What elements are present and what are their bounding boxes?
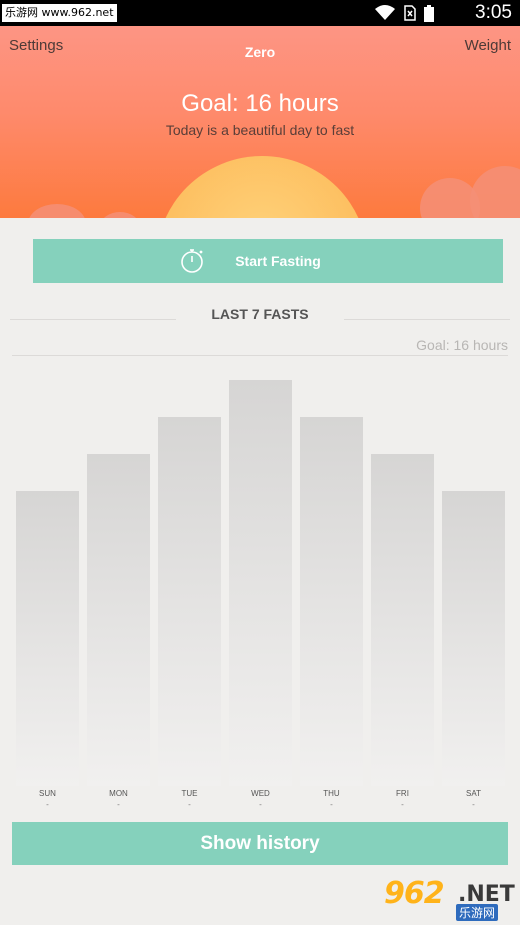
bar-fri[interactable]: [371, 453, 434, 786]
watermark-text: 乐游网 www.962.net: [2, 4, 117, 22]
watermark-logo: 962 .NET 乐游网: [384, 876, 515, 921]
subtitle: Today is a beautiful day to fast: [165, 122, 355, 138]
day-value-sat: -: [472, 800, 475, 809]
goal-line: [12, 355, 508, 356]
cloud-decoration: [470, 166, 520, 218]
bar-wed[interactable]: [229, 380, 292, 786]
wifi-icon: [375, 5, 395, 20]
day-label-wed: WED: [251, 789, 270, 798]
weight-button[interactable]: Weight: [465, 37, 511, 54]
day-value-thu: -: [330, 800, 333, 809]
day-value-tue: -: [188, 800, 191, 809]
bar-tue[interactable]: [158, 416, 221, 786]
app-title: Zero: [244, 44, 276, 60]
bar-thu[interactable]: [300, 416, 363, 786]
day-value-sun: -: [46, 800, 49, 809]
day-label-thu: THU: [323, 789, 340, 798]
day-value-mon: -: [117, 800, 120, 809]
day-label-sun: SUN: [39, 789, 56, 798]
day-value-fri: -: [401, 800, 404, 809]
stopwatch-icon: [181, 249, 203, 273]
fasts-bar-chart: SUN - MON - TUE - WED - THU - FRI - SAT -: [0, 360, 520, 820]
cloud-decoration: [28, 204, 86, 218]
status-icons: [374, 4, 434, 22]
status-bar: 乐游网 www.962.net 3:05: [0, 0, 520, 26]
sun-graphic: [156, 156, 368, 218]
goal-line-label: Goal: 16 hours: [416, 337, 508, 353]
header-banner: Settings Zero Weight Goal: 16 hours Toda…: [0, 26, 520, 218]
watermark-subtext: 乐游网: [456, 904, 499, 921]
day-label-fri: FRI: [396, 789, 409, 798]
bar-sun[interactable]: [16, 490, 79, 786]
cloud-decoration: [100, 212, 140, 218]
watermark-number: 962: [384, 876, 445, 911]
status-time: 3:05: [475, 2, 512, 23]
battery-icon: [424, 4, 434, 22]
day-label-mon: MON: [109, 789, 128, 798]
section-title: LAST 7 FASTS: [211, 306, 309, 322]
no-sim-icon: [404, 5, 416, 21]
bar-sat[interactable]: [442, 490, 505, 786]
start-fasting-label: Start Fasting: [235, 253, 321, 269]
goal-title[interactable]: Goal: 16 hours: [0, 90, 520, 118]
show-history-button[interactable]: Show history: [12, 822, 508, 865]
day-value-wed: -: [259, 800, 262, 809]
start-fasting-button[interactable]: Start Fasting: [33, 239, 503, 283]
day-label-sat: SAT: [466, 789, 481, 798]
bar-mon[interactable]: [87, 453, 150, 786]
day-label-tue: TUE: [181, 789, 198, 798]
